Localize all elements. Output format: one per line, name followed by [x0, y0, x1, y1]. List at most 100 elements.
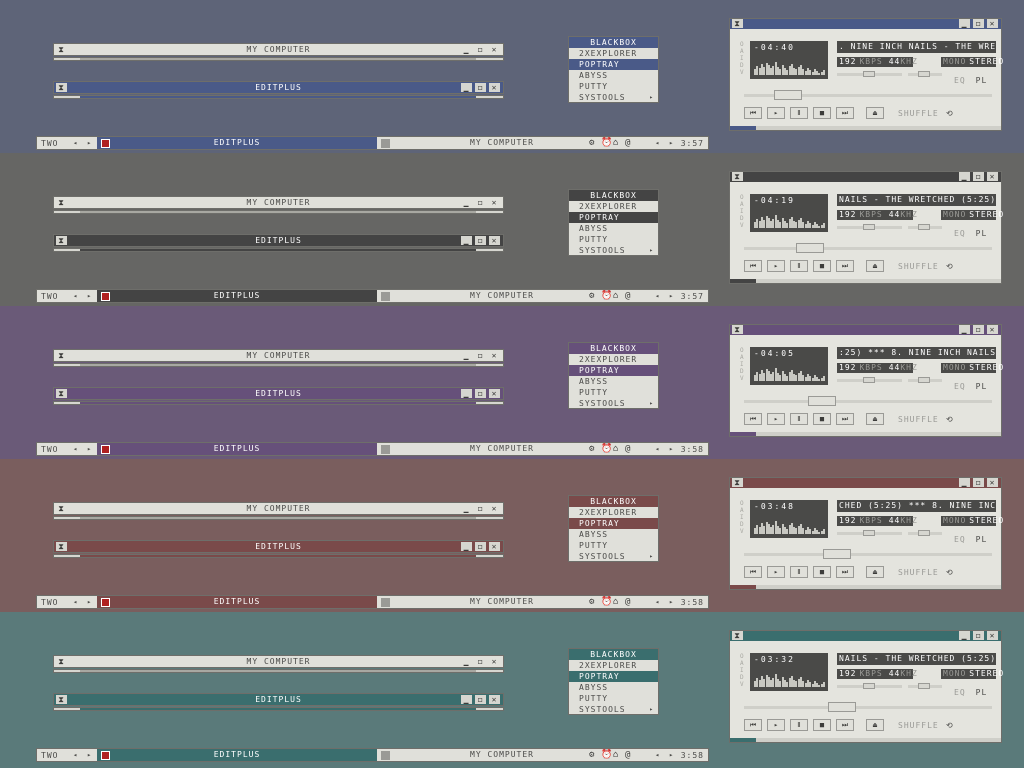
- stop-icon[interactable]: ■: [813, 107, 831, 119]
- menu-item[interactable]: POPTRAY: [569, 518, 658, 529]
- menu-item[interactable]: ABYSS: [569, 376, 658, 387]
- window-titlebar[interactable]: EDITPLUS ⧗ ▁ ◻ ✕: [53, 693, 504, 706]
- minimize-icon[interactable]: ▁: [959, 631, 970, 640]
- window-handle[interactable]: [53, 248, 504, 252]
- seek-knob[interactable]: [796, 243, 824, 253]
- maximize-icon[interactable]: ◻: [475, 542, 486, 551]
- playlist-toggle[interactable]: PL: [976, 535, 988, 544]
- alarm-icon[interactable]: ⏰: [601, 750, 613, 760]
- minimize-icon[interactable]: ▁: [461, 236, 472, 245]
- minimize-icon[interactable]: ▁: [461, 504, 472, 513]
- menu-item[interactable]: ABYSS: [569, 529, 658, 540]
- hourglass-icon[interactable]: ⧗: [732, 631, 743, 640]
- pause-icon[interactable]: Ⅱ: [790, 566, 808, 578]
- maximize-icon[interactable]: ◻: [475, 198, 486, 207]
- minimize-icon[interactable]: ▁: [461, 83, 472, 92]
- next-icon[interactable]: ⏭: [836, 260, 854, 272]
- playlist-toggle[interactable]: PL: [976, 382, 988, 391]
- player-titlebar[interactable]: ⧗ ▁ ◻ ✕: [730, 478, 1001, 488]
- menu-item[interactable]: POPTRAY: [569, 671, 658, 682]
- repeat-icon[interactable]: ⟲: [946, 415, 954, 424]
- eject-icon[interactable]: ⏏: [866, 413, 884, 425]
- repeat-icon[interactable]: ⟲: [946, 568, 954, 577]
- workspace-prev-icon[interactable]: ◂: [73, 445, 78, 453]
- gear-icon[interactable]: ⚙: [589, 597, 595, 607]
- resize-grip[interactable]: [80, 517, 476, 519]
- resize-grip[interactable]: [730, 279, 756, 283]
- maximize-icon[interactable]: ◻: [475, 45, 486, 54]
- menu-item[interactable]: SYSTOOLS ▸: [569, 92, 658, 103]
- menu-item[interactable]: POPTRAY: [569, 59, 658, 70]
- shuffle-button[interactable]: SHUFFLE: [898, 415, 939, 424]
- close-icon[interactable]: ✕: [987, 478, 998, 487]
- seek-knob[interactable]: [823, 549, 851, 559]
- play-icon[interactable]: ▸: [767, 413, 785, 425]
- tray-next-icon[interactable]: ▸: [669, 445, 674, 453]
- workspace-prev-icon[interactable]: ◂: [73, 751, 78, 759]
- close-icon[interactable]: ✕: [489, 657, 500, 666]
- close-icon[interactable]: ✕: [489, 45, 500, 54]
- stop-icon[interactable]: ■: [813, 566, 831, 578]
- tray-prev-icon[interactable]: ◂: [655, 292, 660, 300]
- hourglass-icon[interactable]: ⧗: [732, 478, 743, 487]
- tray-prev-icon[interactable]: ◂: [655, 139, 660, 147]
- resize-grip[interactable]: [80, 58, 476, 60]
- workspace-prev-icon[interactable]: ◂: [73, 292, 78, 300]
- balance-slider[interactable]: [908, 530, 942, 536]
- play-icon[interactable]: ▸: [767, 719, 785, 731]
- maximize-icon[interactable]: ◻: [475, 236, 486, 245]
- menu-item[interactable]: ABYSS: [569, 682, 658, 693]
- player-titlebar[interactable]: ⧗ ▁ ◻ ✕: [730, 325, 1001, 335]
- pause-icon[interactable]: Ⅱ: [790, 107, 808, 119]
- volume-knob[interactable]: [863, 683, 875, 689]
- volume-knob[interactable]: [863, 377, 875, 383]
- menu-item[interactable]: POPTRAY: [569, 365, 658, 376]
- drive-icon[interactable]: ⌂: [613, 444, 619, 454]
- window-handle[interactable]: [53, 401, 504, 405]
- hourglass-icon[interactable]: ⧗: [732, 325, 743, 334]
- close-icon[interactable]: ✕: [489, 351, 500, 360]
- stop-icon[interactable]: ■: [813, 260, 831, 272]
- close-icon[interactable]: ✕: [489, 198, 500, 207]
- hourglass-icon[interactable]: ⧗: [56, 236, 67, 245]
- volume-slider[interactable]: [837, 530, 902, 536]
- pause-icon[interactable]: Ⅱ: [790, 719, 808, 731]
- workspace-next-icon[interactable]: ▸: [87, 598, 92, 606]
- pause-icon[interactable]: Ⅱ: [790, 413, 808, 425]
- close-icon[interactable]: ✕: [489, 504, 500, 513]
- maximize-icon[interactable]: ◻: [475, 83, 486, 92]
- task-button-editplus[interactable]: EDITPLUS: [97, 290, 377, 302]
- maximize-icon[interactable]: ◻: [475, 504, 486, 513]
- drive-icon[interactable]: ⌂: [613, 750, 619, 760]
- seek-knob[interactable]: [808, 396, 836, 406]
- close-icon[interactable]: ✕: [489, 542, 500, 551]
- tray-prev-icon[interactable]: ◂: [655, 751, 660, 759]
- hourglass-icon[interactable]: ⧗: [56, 198, 67, 207]
- repeat-icon[interactable]: ⟲: [946, 262, 954, 271]
- window-my-computer[interactable]: MY COMPUTER ⧗ ▁ ◻ ✕: [53, 655, 504, 673]
- next-icon[interactable]: ⏭: [836, 413, 854, 425]
- window-editplus[interactable]: EDITPLUS ⧗ ▁ ◻ ✕: [53, 693, 504, 711]
- eject-icon[interactable]: ⏏: [866, 719, 884, 731]
- workspace-next-icon[interactable]: ▸: [87, 139, 92, 147]
- tray-next-icon[interactable]: ▸: [669, 139, 674, 147]
- seek-bar[interactable]: [744, 243, 992, 253]
- spiral-icon[interactable]: @: [625, 291, 631, 301]
- hourglass-icon[interactable]: ⧗: [56, 83, 67, 92]
- window-my-computer[interactable]: MY COMPUTER ⧗ ▁ ◻ ✕: [53, 43, 504, 61]
- menu-item[interactable]: 2XEXPLORER: [569, 660, 658, 671]
- menu-item[interactable]: SYSTOOLS ▸: [569, 704, 658, 715]
- eject-icon[interactable]: ⏏: [866, 260, 884, 272]
- task-button-editplus[interactable]: EDITPLUS: [97, 137, 377, 149]
- maximize-icon[interactable]: ◻: [973, 172, 984, 181]
- balance-knob[interactable]: [918, 71, 930, 77]
- hourglass-icon[interactable]: ⧗: [732, 19, 743, 28]
- alarm-icon[interactable]: ⏰: [601, 444, 613, 454]
- balance-knob[interactable]: [918, 224, 930, 230]
- tray-next-icon[interactable]: ▸: [669, 751, 674, 759]
- window-titlebar[interactable]: MY COMPUTER ⧗ ▁ ◻ ✕: [53, 349, 504, 362]
- workspace-next-icon[interactable]: ▸: [87, 292, 92, 300]
- window-titlebar[interactable]: MY COMPUTER ⧗ ▁ ◻ ✕: [53, 43, 504, 56]
- menu-item[interactable]: PUTTY: [569, 540, 658, 551]
- spiral-icon[interactable]: @: [625, 138, 631, 148]
